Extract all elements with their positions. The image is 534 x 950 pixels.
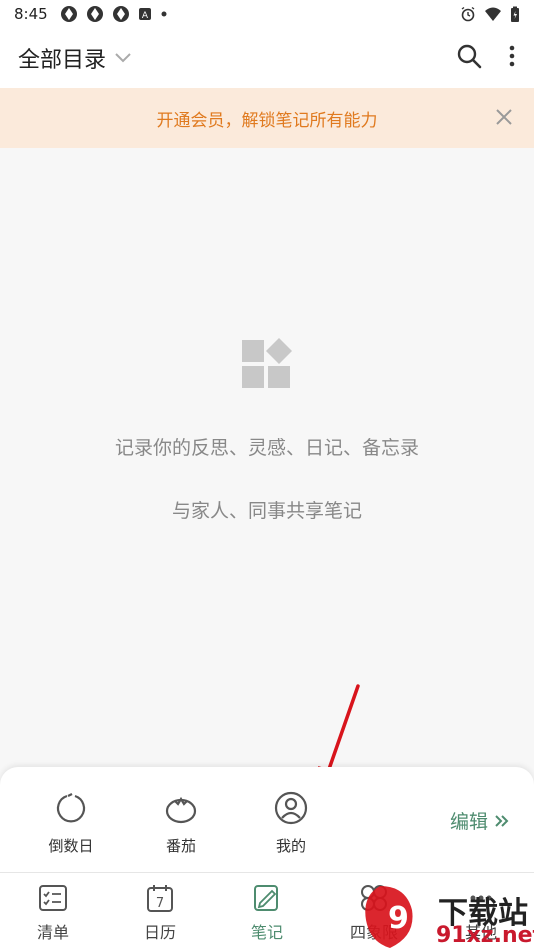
promo-banner[interactable]: 开通会员，解锁笔记所有能力 xyxy=(0,88,534,148)
checklist-icon xyxy=(39,885,67,911)
quick-item-countdown[interactable]: 倒数日 xyxy=(16,791,126,856)
profile-icon xyxy=(274,791,308,825)
quick-item-label: 番茄 xyxy=(165,837,196,855)
page-title[interactable]: 全部目录 xyxy=(18,42,106,74)
app-icon xyxy=(60,6,77,22)
empty-state: 记录你的反思、灵感、日记、备忘录 与家人、同事共享笔记 xyxy=(0,148,534,768)
battery-icon xyxy=(511,6,519,22)
alarm-icon xyxy=(461,6,475,22)
empty-text-primary: 记录你的反思、灵感、日记、备忘录 xyxy=(114,437,419,459)
quick-item-profile[interactable]: 我的 xyxy=(236,791,346,856)
countdown-icon xyxy=(56,793,86,823)
watermark-subtext: 91xz.net xyxy=(436,923,534,948)
search-icon[interactable] xyxy=(456,43,482,73)
svg-text:7: 7 xyxy=(156,896,164,911)
edit-button[interactable]: 编辑 xyxy=(450,807,510,834)
quick-panel: 倒数日 番茄 我的 编辑 xyxy=(0,767,534,872)
app-bar: 全部目录 xyxy=(0,28,534,88)
quick-item-label: 我的 xyxy=(275,837,306,855)
svg-text:A: A xyxy=(142,11,149,21)
tab-label: 笔记 xyxy=(250,923,283,942)
empty-text-secondary: 与家人、同事共享笔记 xyxy=(171,500,362,522)
app-icon xyxy=(86,6,103,22)
promo-text[interactable]: 开通会员，解锁笔记所有能力 xyxy=(157,106,378,131)
close-icon[interactable] xyxy=(494,107,514,131)
quick-item-tomato[interactable]: 番茄 xyxy=(126,791,236,856)
double-chevron-right-icon xyxy=(495,814,509,827)
header-actions xyxy=(456,43,516,73)
tab-label: 清单 xyxy=(36,923,69,942)
app-icon xyxy=(112,6,129,22)
status-bar: 8:45 A xyxy=(0,0,534,28)
calendar-icon: 7 xyxy=(147,885,173,912)
status-left-icons: A xyxy=(60,5,168,23)
status-right-icons xyxy=(460,6,520,23)
tab-calendar[interactable]: 7 日历 xyxy=(115,883,205,943)
a-box-icon: A xyxy=(138,8,151,21)
chevron-down-icon[interactable] xyxy=(114,52,132,64)
tab-checklist[interactable]: 清单 xyxy=(8,883,98,943)
edit-label: 编辑 xyxy=(449,811,488,833)
note-icon xyxy=(254,885,278,911)
status-time: 8:45 xyxy=(14,5,48,23)
tab-notes[interactable]: 笔记 xyxy=(222,883,312,943)
dot-icon xyxy=(161,11,167,17)
more-vertical-icon[interactable] xyxy=(508,44,516,72)
widgets-icon xyxy=(240,338,294,396)
quick-item-label: 倒数日 xyxy=(48,837,94,855)
svg-text:9: 9 xyxy=(388,901,409,936)
tomato-icon xyxy=(165,796,197,824)
wifi-icon xyxy=(485,7,501,21)
tab-label: 日历 xyxy=(143,923,176,942)
